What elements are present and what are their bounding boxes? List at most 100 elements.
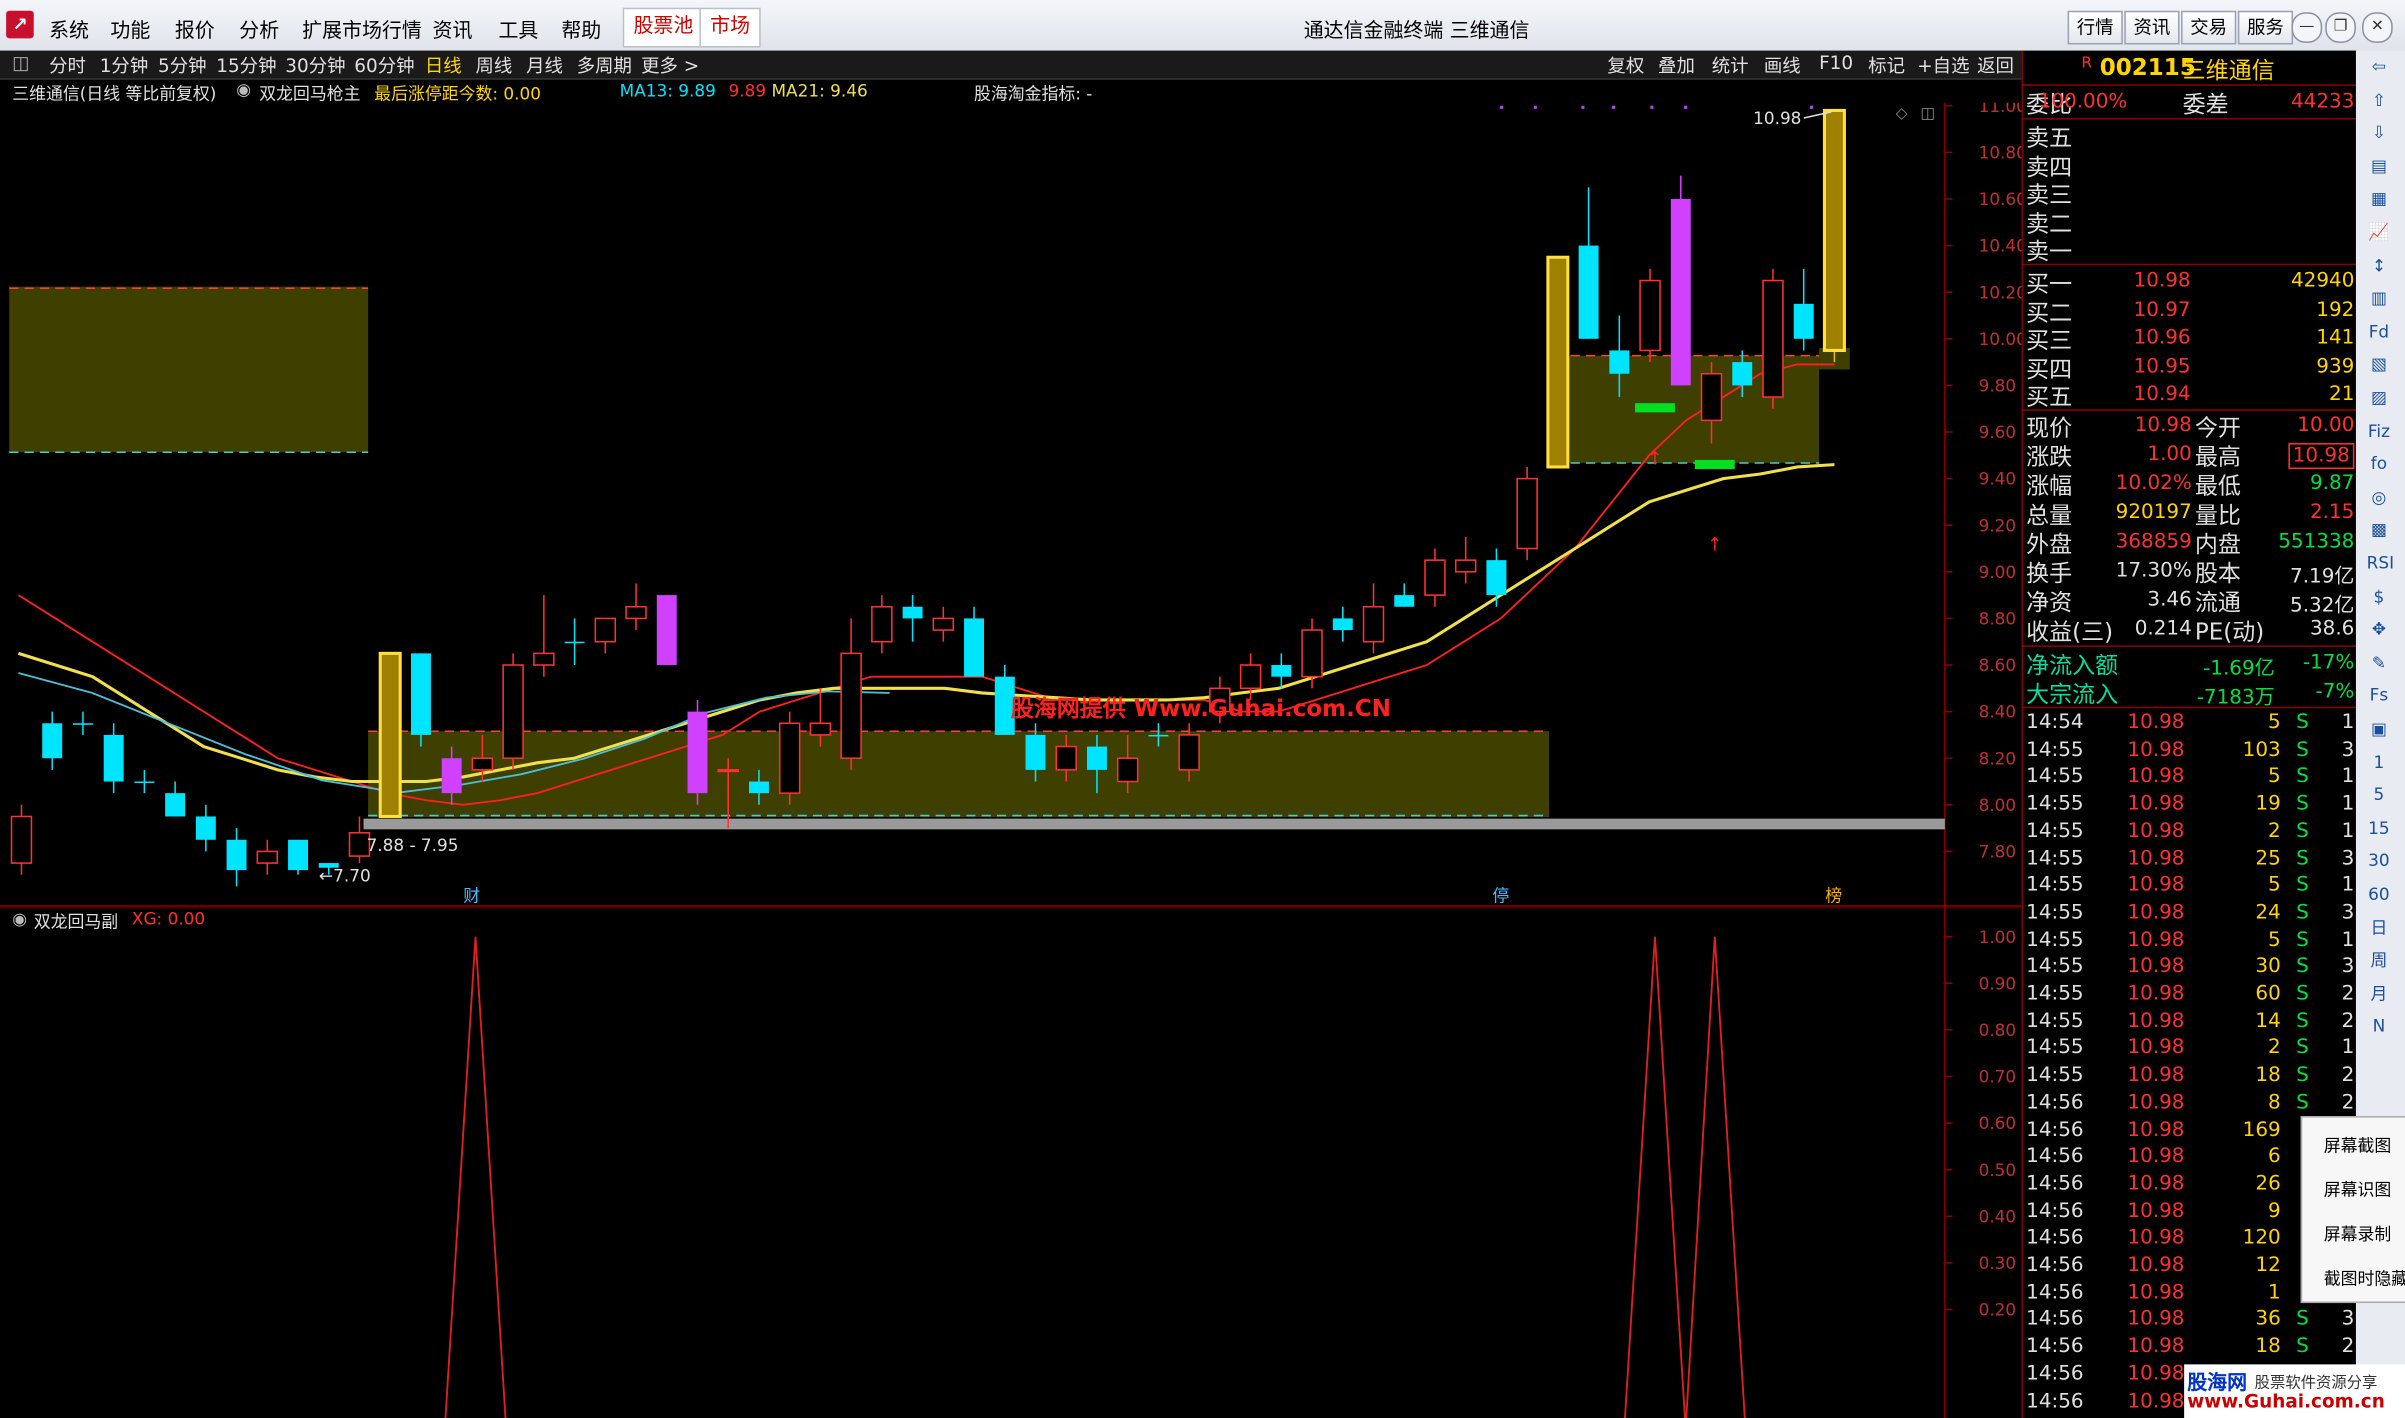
menu-news[interactable]: 资讯 xyxy=(433,14,473,43)
side-tool-icon[interactable]: ▧ xyxy=(2367,355,2392,376)
period-tab-active[interactable]: 日线 xyxy=(425,52,462,78)
sub-indicator-name[interactable]: 双龙回马副 xyxy=(34,909,118,934)
side-tool-icon[interactable]: RSI xyxy=(2367,553,2394,574)
sell-level-label: 卖二 xyxy=(2026,209,2073,237)
side-tool-icon[interactable]: ▤ xyxy=(2367,156,2392,177)
side-tool-icon[interactable]: ◎ xyxy=(2367,487,2392,508)
popup-hide-on-capture[interactable]: 截图时隐藏 xyxy=(2324,1266,2405,1291)
side-tool-icon[interactable]: ▣ xyxy=(2367,719,2392,740)
side-tool-icon[interactable]: ▦ xyxy=(2367,189,2392,210)
stat-value: 0.214 xyxy=(2134,617,2192,641)
side-tool-icon[interactable]: 30 xyxy=(2367,851,2392,872)
side-tool-icon[interactable]: ✎ xyxy=(2367,653,2392,674)
buy-level-price: 10.98 xyxy=(2133,269,2191,293)
tool-back[interactable]: 返回 xyxy=(1977,52,2014,78)
period-tab[interactable]: 60分钟 xyxy=(354,52,414,78)
toolbar-trade-button[interactable]: 交易 xyxy=(2181,10,2237,45)
candle-body-down xyxy=(441,758,462,794)
side-tool-icon[interactable]: 日 xyxy=(2367,918,2392,939)
side-tool-icon[interactable]: ▩ xyxy=(2367,520,2392,541)
period-tab[interactable]: 5分钟 xyxy=(158,52,207,78)
side-tool-icon[interactable]: ✥ xyxy=(2367,620,2392,641)
side-tool-icon[interactable]: ▥ xyxy=(2367,288,2392,309)
tool-add-watch[interactable]: +自选 xyxy=(1917,52,1969,78)
side-tool-icon[interactable]: 1 xyxy=(2367,752,2392,773)
toolbar-quote-button[interactable]: 行情 xyxy=(2067,10,2123,45)
side-tool-icon[interactable]: ⇧ xyxy=(2367,90,2392,111)
tool-mark[interactable]: 标记 xyxy=(1868,52,1905,78)
menu-market[interactable]: 市场 xyxy=(699,7,761,48)
ma21-label: MA21: 9.46 xyxy=(771,81,868,102)
period-tab[interactable]: 30分钟 xyxy=(285,52,345,78)
candle-body-down xyxy=(1609,350,1630,374)
side-tool-icon[interactable]: N xyxy=(2367,1017,2392,1038)
side-tool-icon[interactable]: ▨ xyxy=(2367,388,2392,409)
toolbar-news-button[interactable]: 资讯 xyxy=(2124,10,2180,45)
panel-toggle-icon[interactable]: ◫ xyxy=(12,52,29,73)
side-tool-icon[interactable]: 5 xyxy=(2367,785,2392,806)
minimize-icon[interactable]: — xyxy=(2291,12,2323,43)
menu-analysis[interactable]: 分析 xyxy=(239,14,279,43)
buy-level-label: 买五 xyxy=(2026,383,2073,411)
popup-screen-record[interactable]: 屏幕录制 xyxy=(2324,1222,2391,1247)
side-tool-icon[interactable]: Fiz xyxy=(2367,421,2392,442)
tick-volume: 19 xyxy=(2255,792,2281,816)
side-tool-icon[interactable]: $ xyxy=(2367,587,2392,608)
side-tool-icon[interactable]: 月 xyxy=(2367,984,2392,1005)
tool-stats[interactable]: 统计 xyxy=(1712,52,1749,78)
sub-indicator-toggle-icon[interactable]: ◉ xyxy=(12,909,27,929)
menu-tools[interactable]: 工具 xyxy=(498,14,538,43)
marker-ting: 停 xyxy=(1492,885,1509,905)
menu-stock-pool[interactable]: 股票池 xyxy=(622,7,705,48)
side-tool-icon[interactable]: 60 xyxy=(2367,885,2392,906)
top-dot xyxy=(1533,105,1537,109)
menu-system[interactable]: 系统 xyxy=(49,14,89,43)
period-tab[interactable]: 1分钟 xyxy=(100,52,149,78)
stat-label: 最低 xyxy=(2194,472,2241,500)
period-tab[interactable]: 周线 xyxy=(475,52,512,78)
restore-icon[interactable]: ❐ xyxy=(2325,12,2356,43)
side-tool-icon[interactable]: ⇩ xyxy=(2367,123,2392,144)
sub-indicator-chart[interactable]: 1.00 0.90 0.80 0.70 0.60 0.50 0.40 0.30 0.20 xyxy=(0,907,2022,1418)
side-tool-icon[interactable]: fo xyxy=(2367,454,2392,475)
period-tab[interactable]: 分时 xyxy=(49,52,86,78)
side-tool-icon[interactable]: ⇦ xyxy=(2367,57,2392,78)
period-tab[interactable]: 月线 xyxy=(526,52,563,78)
tick-side: S xyxy=(2296,819,2309,843)
flow-label: 大宗流入 xyxy=(2026,680,2119,709)
tool-overlay[interactable]: 叠加 xyxy=(1658,52,1695,78)
stat-label: 换手 xyxy=(2026,559,2073,588)
side-tool-icon[interactable]: 周 xyxy=(2367,951,2392,972)
side-tool-icon[interactable]: Fd xyxy=(2367,322,2392,343)
side-tool-icon[interactable]: 15 xyxy=(2367,818,2392,839)
y-tick-label: 9.60 xyxy=(1979,422,2017,442)
tool-fuquan[interactable]: 复权 xyxy=(1607,52,1644,78)
tick-price: 10.98 xyxy=(2127,1308,2185,1332)
period-tab[interactable]: 多周期 xyxy=(577,52,632,78)
period-tab-more[interactable]: 更多 > xyxy=(641,52,699,78)
period-tab[interactable]: 15分钟 xyxy=(216,52,276,78)
menu-help[interactable]: 帮助 xyxy=(561,14,601,43)
tick-volume: 1 xyxy=(2268,1281,2281,1305)
tool-f10[interactable]: F10 xyxy=(1819,52,1853,73)
close-icon[interactable]: ✕ xyxy=(2362,12,2393,43)
stat-value: 9.87 xyxy=(2309,472,2355,496)
toolbar-service-button[interactable]: 服务 xyxy=(2237,10,2294,45)
candle-body-up xyxy=(471,757,494,771)
popup-image-recognition[interactable]: 屏幕识图 xyxy=(2324,1177,2391,1202)
menu-extended-market[interactable]: 扩展市场行情 xyxy=(302,14,422,43)
tool-draw[interactable]: 画线 xyxy=(1764,52,1801,78)
sub-y-tick-label: 0.60 xyxy=(1979,1113,2017,1133)
popup-screenshot[interactable]: 屏幕截图 xyxy=(2324,1133,2391,1158)
side-tool-icon[interactable]: ↕ xyxy=(2367,255,2392,276)
window-icon: ◫ xyxy=(1920,104,1934,122)
side-tool-icon[interactable]: 📈 xyxy=(2367,222,2392,243)
y-tick-label: 9.80 xyxy=(1979,376,2017,396)
menu-function[interactable]: 功能 xyxy=(110,14,150,43)
tick-side: S xyxy=(2296,711,2309,735)
menu-quote[interactable]: 报价 xyxy=(175,14,215,43)
indicator-toggle-icon[interactable]: ◉ xyxy=(236,80,251,100)
side-tool-icon[interactable]: Fs xyxy=(2367,686,2392,707)
main-candle-chart[interactable]: 11.00 10.80 10.60 10.40 10.20 10.00 9.80 9.60 9.… xyxy=(0,102,2022,910)
top-dot xyxy=(1500,105,1504,109)
